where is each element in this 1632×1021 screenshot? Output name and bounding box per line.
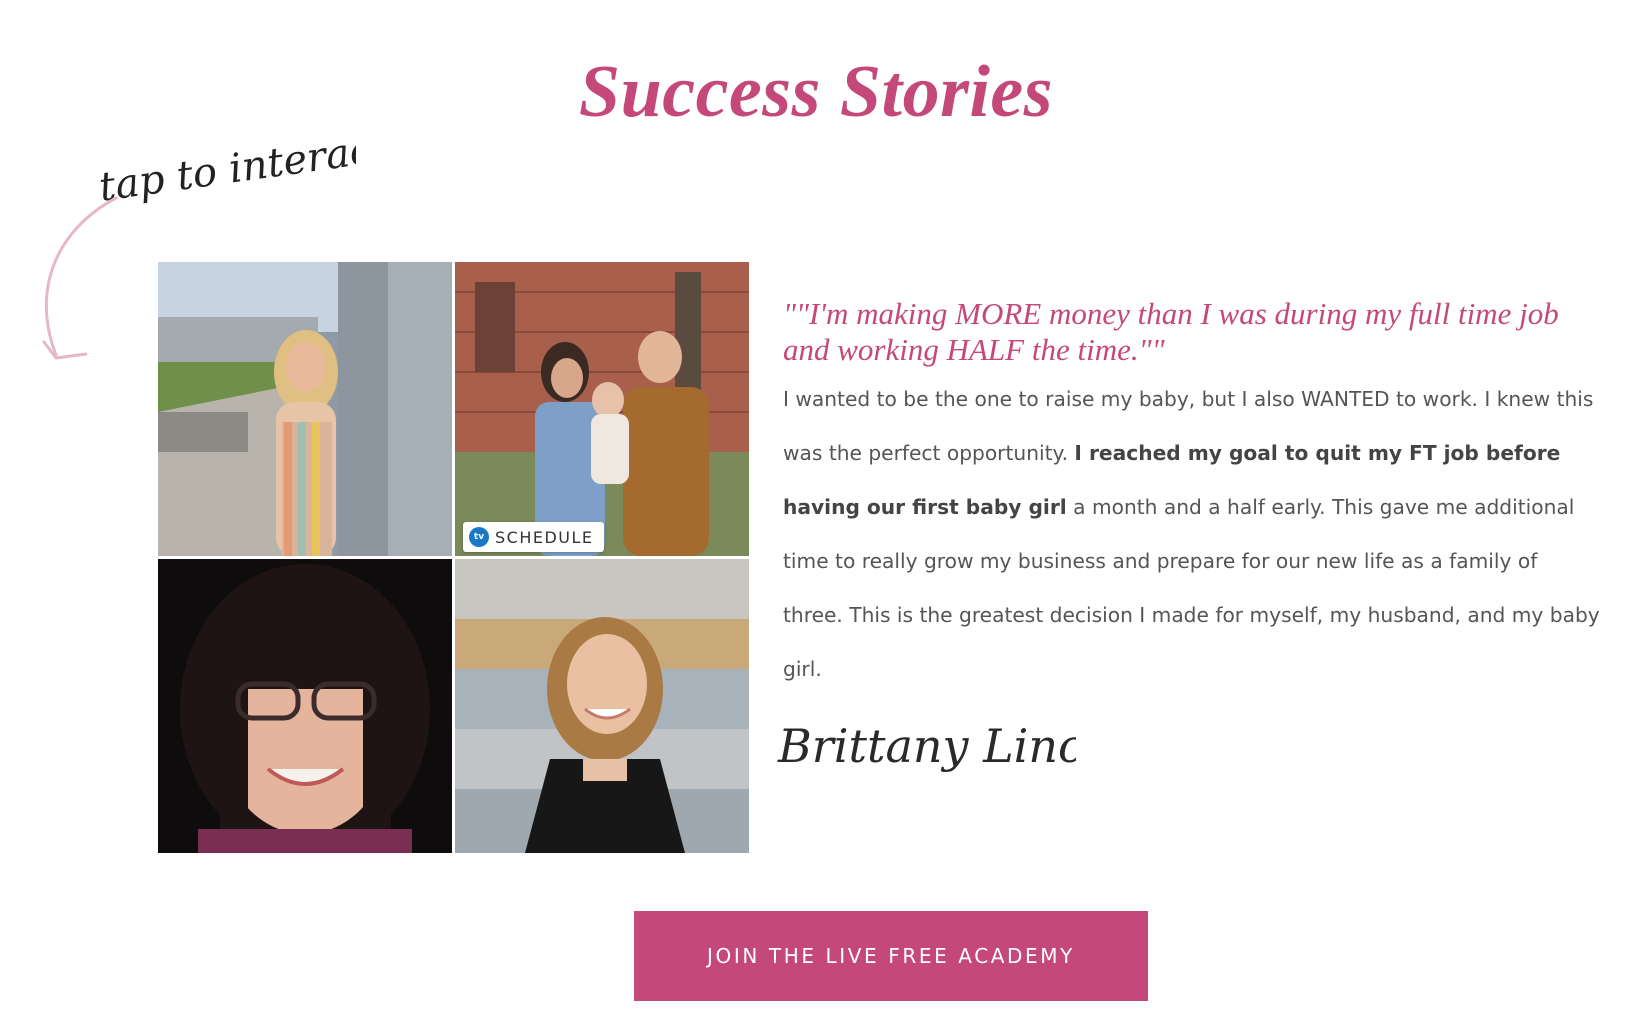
gallery-photo-woman-striped-dress[interactable] [158, 262, 452, 556]
testimonial-signature: Brittany Lincks [776, 690, 1135, 820]
photo-gallery[interactable]: tv SCHEDULE [158, 262, 750, 854]
gallery-photo-woman-dark-bangs[interactable] [158, 559, 452, 853]
schedule-badge-label: SCHEDULE [495, 527, 594, 547]
arrow-head-icon [42, 340, 88, 360]
schedule-badge[interactable]: tv SCHEDULE [463, 522, 604, 552]
tv-logo-icon: tv [469, 527, 489, 547]
join-academy-button[interactable]: JOIN THE LIVE FREE ACADEMY [634, 911, 1148, 1001]
testimonial-quote: ""I'm making MORE money than I was durin… [783, 296, 1559, 367]
gallery-photo-woman-smiling-blonde[interactable] [455, 559, 749, 853]
arrow-curve-icon [44, 196, 118, 357]
tap-note-text: tap to interact! [96, 123, 356, 211]
signature-text: Brittany Lincks [777, 719, 1076, 773]
testimonial-body-part2: a month and a half early. This gave me a… [783, 495, 1600, 681]
gallery-photo-family-portrait[interactable]: tv SCHEDULE [455, 262, 749, 556]
testimonial-body: I wanted to be the one to raise my baby,… [783, 372, 1603, 696]
